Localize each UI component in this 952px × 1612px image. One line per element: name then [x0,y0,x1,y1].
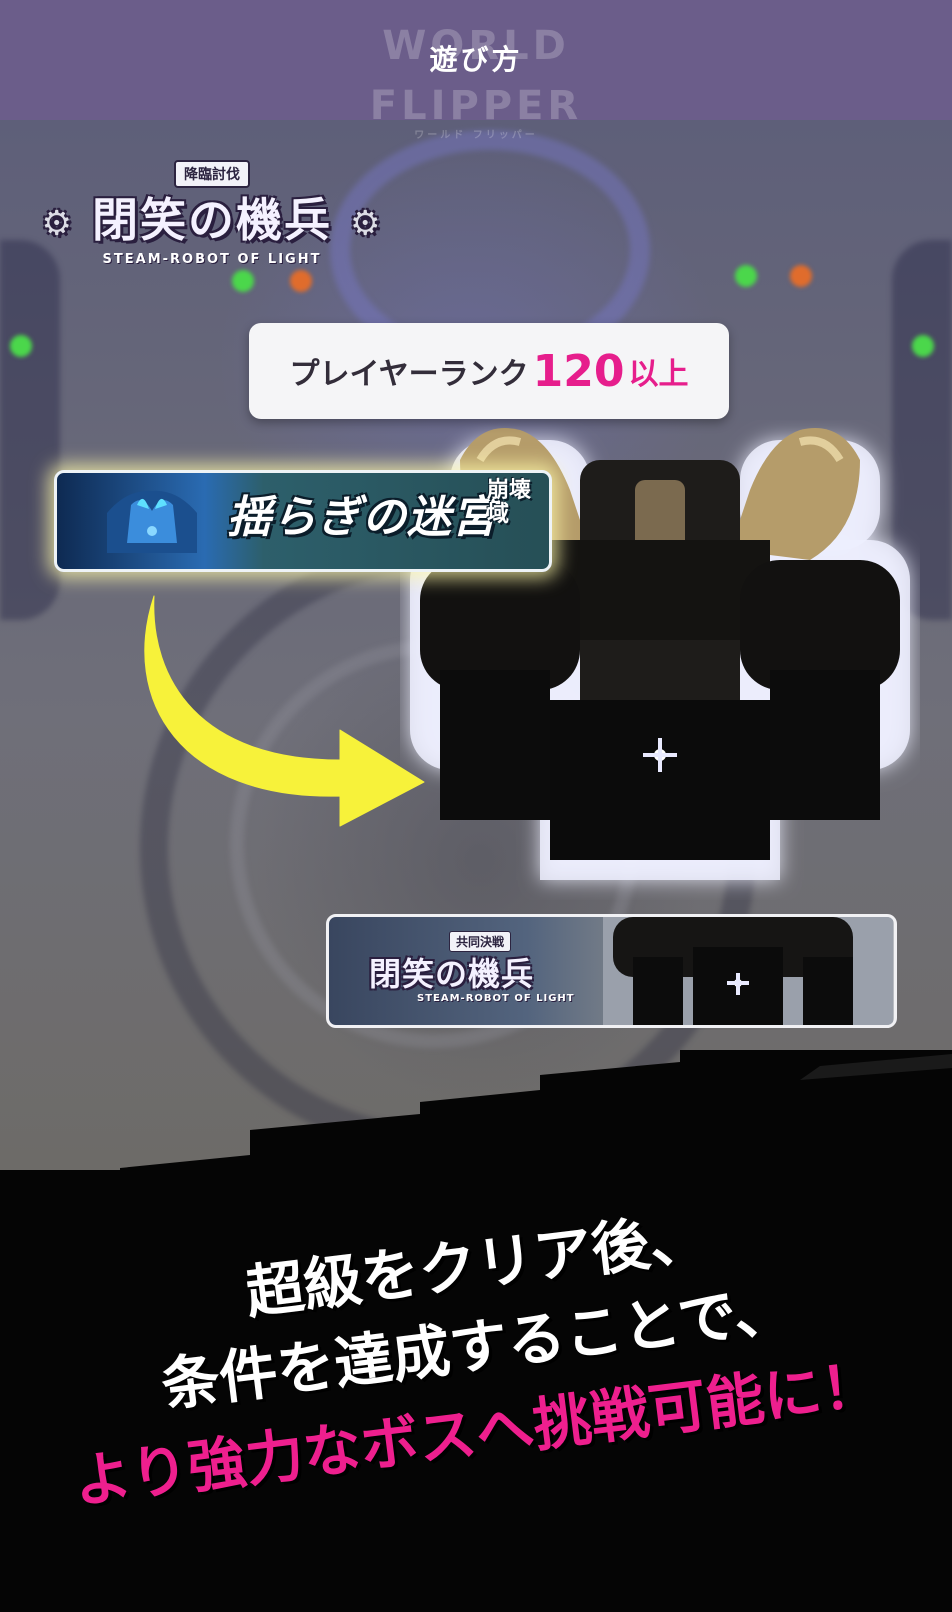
bg-lamp [912,335,934,357]
logo-subtext: ワールド フリッパー [414,130,538,141]
rank-suffix: 以上 [628,357,689,392]
page-title: 遊び方 [429,43,523,76]
event-name-row: ⚙ 閉笑の機兵 ⚙ [22,192,402,252]
bg-lamp [290,270,312,292]
bg-lamp [232,270,254,292]
coop-english-name: STEAM-ROBOT OF LIGHT [417,993,575,1004]
rank-label: プレイヤーランク [289,357,529,392]
bg-lamp [10,335,32,357]
boss-silhouette-icon [107,490,197,553]
coop-battle-banner: 共同決戦 閉笑の機兵 STEAM-ROBOT OF LIGHT [326,914,897,1028]
page-header: WORLD FLIPPER ワールド フリッパー 遊び方 [0,0,952,141]
stage-sub: 崩壊域 [487,478,532,527]
rank-number: 120 [532,345,625,397]
coop-name: 閉笑の機兵 [369,955,535,993]
event-english-name: STEAM-ROBOT OF LIGHT [102,251,322,267]
stage-banner: 揺らぎの迷宮 崩壊域 [54,470,552,572]
gear-icon: ⚙ [41,203,74,244]
curved-arrow-icon [144,595,425,827]
event-name: 閉笑の機兵 [92,193,332,247]
event-tag: 降臨討伐 [174,160,250,188]
rank-requirement-badge: プレイヤーランク 120 以上 [249,323,729,419]
event-logo: 降臨討伐 ⚙ 閉笑の機兵 ⚙ STEAM-ROBOT OF LIGHT [22,160,402,270]
gear-icon: ⚙ [350,203,383,244]
bg-lamp [735,265,757,287]
boss-robot-icon [603,917,893,1025]
stage-name: 揺らぎの迷宮 [227,492,497,543]
bg-pillar-left [0,240,60,620]
bg-lamp [790,265,812,287]
